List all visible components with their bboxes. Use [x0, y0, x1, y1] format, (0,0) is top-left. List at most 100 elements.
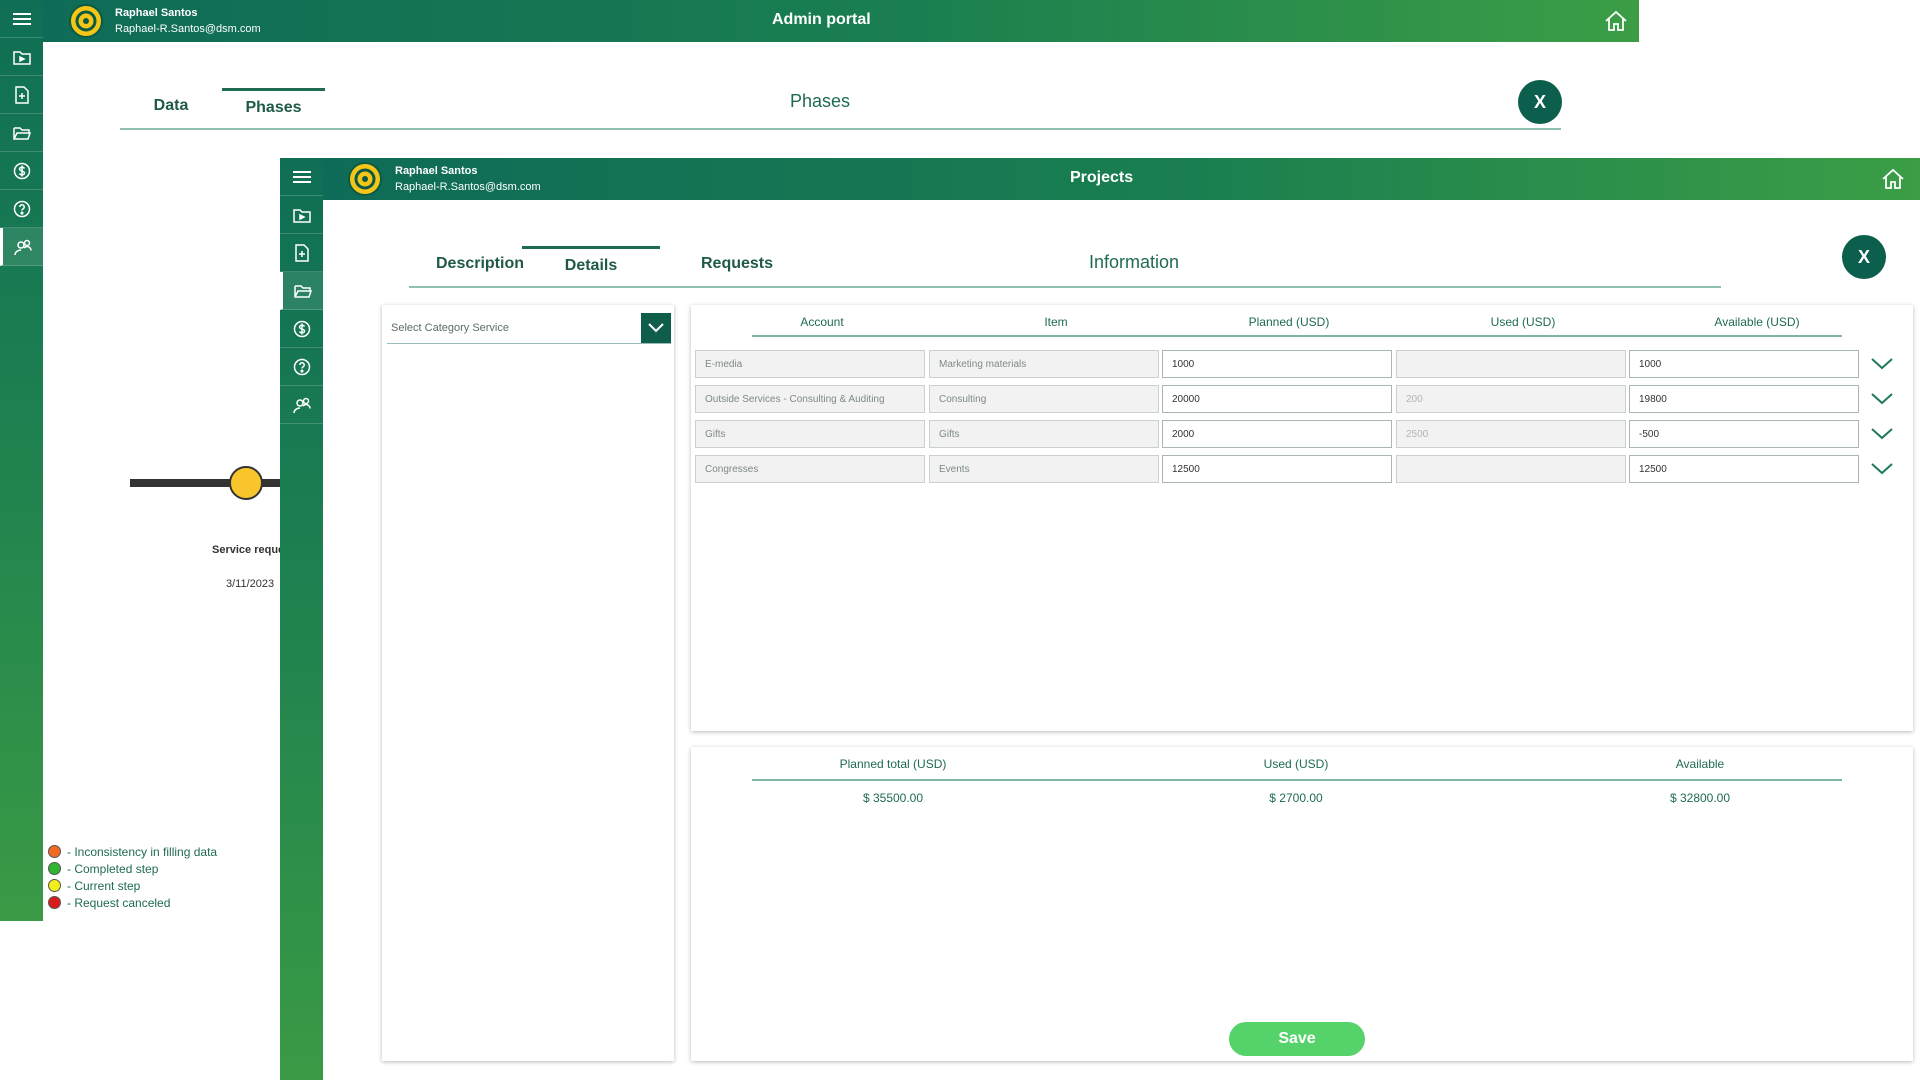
available-cell: 12500: [1629, 455, 1859, 483]
home-icon[interactable]: [1879, 165, 1907, 193]
summary-available-total: $ 32800.00: [1669, 791, 1731, 805]
admin-sidebar: [0, 0, 43, 921]
chevron-down-icon[interactable]: [1869, 350, 1895, 378]
legend-label: - Current step: [67, 878, 141, 893]
planned-input[interactable]: 20000: [1162, 385, 1392, 413]
legend-label: - Request canceled: [67, 895, 171, 910]
heading-divider: [120, 128, 1561, 130]
item-cell: Consulting: [929, 385, 1159, 413]
close-button[interactable]: X: [1518, 80, 1562, 124]
summary-header-planned: Planned total (USD): [839, 757, 947, 771]
item-cell: Events: [929, 455, 1159, 483]
users-icon[interactable]: [0, 228, 43, 266]
summary-header-divider: [752, 779, 1842, 781]
chevron-down-icon[interactable]: [1869, 455, 1895, 483]
heading-divider: [409, 286, 1721, 288]
col-header-account: Account: [800, 315, 844, 329]
user-email: Raphael-R.Santos@dsm.com: [115, 23, 261, 35]
folder-open-icon[interactable]: [0, 114, 43, 152]
used-cell: 2500: [1396, 420, 1626, 448]
page-heading: Phases: [790, 91, 851, 111]
dollar-icon[interactable]: [280, 310, 323, 348]
planned-input[interactable]: 12500: [1162, 455, 1392, 483]
item-cell: Gifts: [929, 420, 1159, 448]
user-email: Raphael-R.Santos@dsm.com: [395, 181, 541, 193]
available-cell: 1000: [1629, 350, 1859, 378]
chevron-down-icon[interactable]: [641, 313, 671, 343]
summary-header-available: Available: [1675, 757, 1725, 771]
document-icon[interactable]: [280, 234, 323, 272]
save-button[interactable]: Save: [1229, 1022, 1365, 1056]
home-icon[interactable]: [1602, 7, 1630, 35]
tab-requests[interactable]: Requests: [687, 255, 787, 273]
category-select-placeholder: Select Category Service: [391, 322, 509, 334]
used-cell: [1396, 350, 1626, 378]
account-cell: Congresses: [695, 455, 925, 483]
legend-dot-inconsistency: [48, 845, 61, 858]
window-title: Projects: [1070, 169, 1134, 186]
summary-planned-total: $ 35500.00: [862, 791, 924, 805]
legend-item: - Current step: [48, 877, 217, 894]
tab-details[interactable]: Details: [522, 246, 660, 275]
status-legend: - Inconsistency in filling data - Comple…: [48, 843, 217, 911]
planned-input[interactable]: 2000: [1162, 420, 1392, 448]
budget-summary-panel: Planned total (USD) Used (USD) Available…: [691, 747, 1913, 1061]
legend-item: - Inconsistency in filling data: [48, 843, 217, 860]
menu-icon[interactable]: [280, 158, 323, 196]
summary-used-total: $ 2700.00: [1269, 791, 1323, 805]
tab-phases[interactable]: Phases: [222, 88, 325, 117]
col-header-used: Used (USD): [1490, 315, 1556, 329]
account-cell: Outside Services - Consulting & Auditing: [695, 385, 925, 413]
folder-play-icon[interactable]: [0, 38, 43, 76]
col-header-available: Available (USD): [1714, 315, 1800, 329]
user-name: Raphael Santos: [395, 165, 478, 177]
col-header-planned: Planned (USD): [1248, 315, 1330, 329]
help-icon[interactable]: [280, 348, 323, 386]
help-icon[interactable]: [0, 190, 43, 228]
legend-item: - Completed step: [48, 860, 217, 877]
projects-window: Raphael Santos Raphael-R.Santos@dsm.com …: [280, 158, 1920, 1080]
legend-label: - Completed step: [67, 861, 159, 876]
page-heading: Information: [1089, 252, 1180, 272]
phase-timeline-bar: [130, 479, 290, 487]
dollar-icon[interactable]: [0, 152, 43, 190]
legend-label: - Inconsistency in filling data: [67, 844, 218, 859]
category-panel: Select Category Service: [382, 305, 674, 1061]
col-header-item: Item: [1044, 315, 1068, 329]
available-cell: -500: [1629, 420, 1859, 448]
company-logo-avatar: [348, 162, 382, 196]
tab-data[interactable]: Data: [133, 97, 209, 115]
used-cell: [1396, 455, 1626, 483]
legend-item: - Request canceled: [48, 894, 217, 911]
projects-sidebar: [280, 158, 323, 1080]
used-cell: 200: [1396, 385, 1626, 413]
legend-dot-current: [48, 879, 61, 892]
company-logo-avatar: [69, 4, 103, 38]
account-cell: E-media: [695, 350, 925, 378]
user-name: Raphael Santos: [115, 7, 198, 19]
users-icon[interactable]: [280, 386, 323, 424]
document-icon[interactable]: [0, 76, 43, 114]
legend-dot-canceled: [48, 896, 61, 909]
available-cell: 19800: [1629, 385, 1859, 413]
planned-input[interactable]: 1000: [1162, 350, 1392, 378]
window-title: Admin portal: [772, 11, 871, 28]
table-header-divider: [752, 335, 1842, 337]
folder-open-icon[interactable]: [280, 272, 323, 310]
category-select[interactable]: Select Category Service: [387, 313, 671, 344]
menu-icon[interactable]: [0, 0, 43, 38]
phase-date: 3/11/2023: [226, 578, 275, 590]
folder-play-icon[interactable]: [280, 196, 323, 234]
phase-node-current[interactable]: [229, 466, 263, 500]
close-button[interactable]: X: [1842, 235, 1886, 279]
item-cell: Marketing materials: [929, 350, 1159, 378]
budget-table-panel: Account Item Planned (USD) Used (USD) Av…: [691, 305, 1913, 731]
chevron-down-icon[interactable]: [1869, 420, 1895, 448]
legend-dot-completed: [48, 862, 61, 875]
account-cell: Gifts: [695, 420, 925, 448]
summary-header-used: Used (USD): [1263, 757, 1329, 771]
phase-label: Service reques: [212, 544, 291, 556]
admin-topbar: Raphael Santos Raphael-R.Santos@dsm.com …: [43, 0, 1639, 42]
projects-topbar: Raphael Santos Raphael-R.Santos@dsm.com …: [323, 158, 1920, 200]
chevron-down-icon[interactable]: [1869, 385, 1895, 413]
